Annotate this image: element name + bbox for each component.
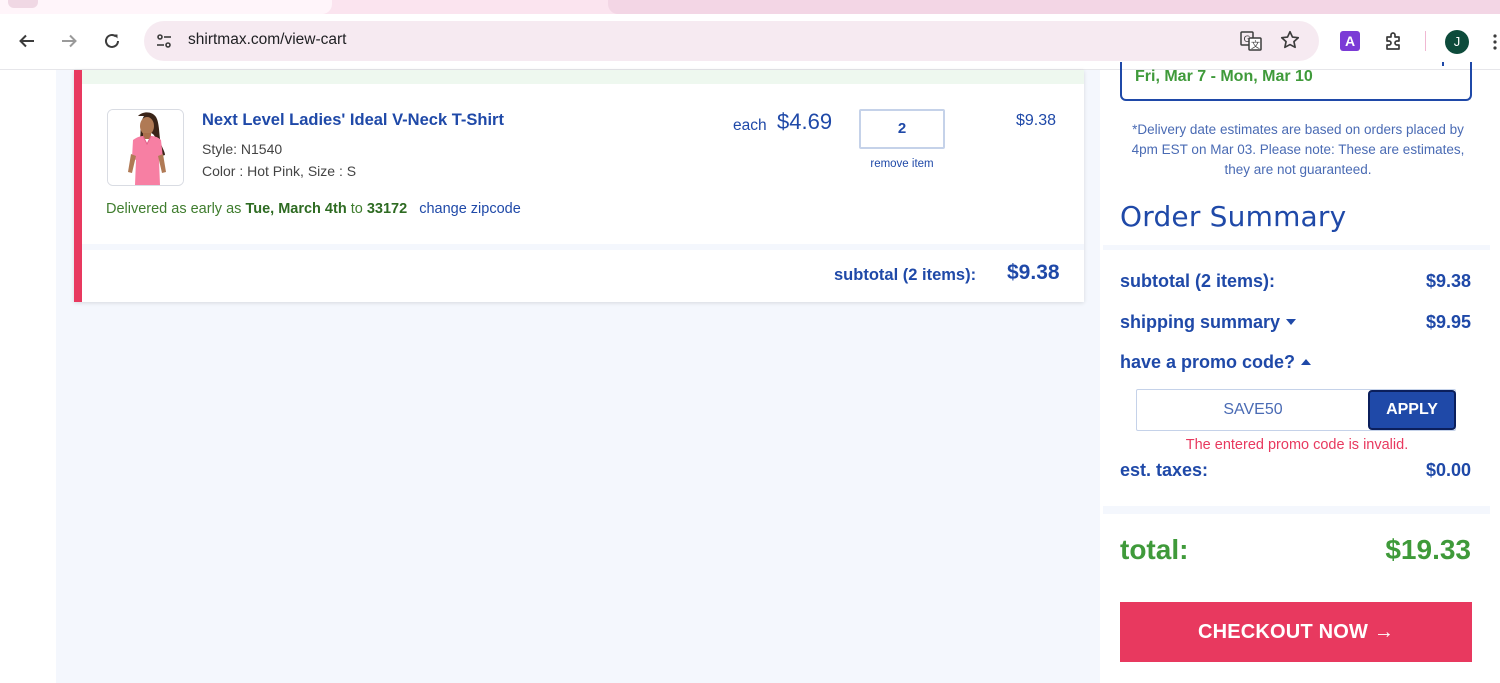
delivery-disclaimer: *Delivery date estimates are based on or… — [1131, 122, 1465, 177]
inactive-tab-area[interactable] — [608, 0, 1500, 14]
est-taxes-label: est. taxes: — [1120, 460, 1209, 480]
forward-arrow-icon[interactable] — [55, 27, 83, 55]
quantity-input[interactable]: 2 — [859, 109, 945, 149]
url-text[interactable]: shirtmax.com/view-cart — [188, 31, 346, 49]
caret-up-icon — [1301, 359, 1312, 365]
cart-subtotal-value: $9.38 — [1007, 261, 1060, 284]
product-name-link[interactable]: Next Level Ladies' Ideal V-Neck T-Shirt — [202, 111, 504, 130]
date-box-tick — [1442, 62, 1444, 66]
svg-text:文: 文 — [1251, 39, 1260, 51]
apply-button[interactable]: APPLY — [1368, 390, 1456, 430]
cart-item-card: Next Level Ladies' Ideal V-Neck T-Shirt … — [74, 70, 1084, 302]
order-summary-title: Order Summary — [1120, 200, 1347, 233]
promo-code-toggle[interactable]: have a promo code? — [1120, 352, 1312, 373]
total-value: $19.33 — [1385, 534, 1471, 565]
card-divider — [82, 244, 1084, 250]
line-total: $9.38 — [1016, 112, 1057, 129]
product-color-size: Color : Hot Pink, Size : S — [202, 163, 357, 179]
delivery-to: to — [350, 201, 363, 217]
cart-subtotal-label: subtotal (2 items): — [834, 266, 977, 284]
promo-code-group: APPLY — [1136, 389, 1456, 431]
checkout-now-button[interactable]: CHECKOUT NOW → — [1120, 602, 1472, 662]
shipping-summary-toggle[interactable]: shipping summary — [1120, 312, 1297, 333]
promo-code-label: have a promo code? — [1120, 352, 1296, 372]
caret-down-icon — [1286, 319, 1297, 325]
order-summary-panel: Fri, Mar 7 - Mon, Mar 10 *Delivery date … — [1103, 62, 1490, 683]
promo-code-input[interactable] — [1137, 390, 1369, 429]
delivery-estimate: Delivered as early as Tue, March 4th to … — [106, 201, 521, 217]
product-style: Style: N1540 — [202, 141, 283, 157]
site-info-icon[interactable] — [154, 31, 174, 55]
est-taxes-value: $0.00 — [1425, 460, 1471, 480]
unit-price: $4.69 — [777, 109, 833, 134]
summary-divider — [1103, 245, 1490, 250]
each-label: each — [733, 117, 767, 134]
delivery-range: Fri, Mar 7 - Mon, Mar 10 — [1135, 68, 1313, 85]
cart-page: Next Level Ladies' Ideal V-Neck T-Shirt … — [0, 62, 1500, 683]
active-tab[interactable] — [0, 0, 332, 14]
card-top-band — [82, 70, 1084, 84]
summary-subtotal-label: subtotal (2 items): — [1120, 271, 1276, 291]
shipping-summary-label: shipping summary — [1120, 312, 1281, 332]
delivery-range-box: Fri, Mar 7 - Mon, Mar 10 — [1120, 62, 1472, 101]
reload-icon[interactable] — [98, 27, 126, 55]
card-accent-stripe — [74, 70, 82, 302]
address-bar[interactable]: shirtmax.com/view-cart G文 — [144, 21, 1319, 61]
puzzle-icon[interactable] — [1382, 29, 1406, 57]
total-label: total: — [1120, 534, 1189, 565]
translate-icon[interactable]: G文 — [1240, 30, 1262, 56]
delivery-zip: 33172 — [366, 201, 408, 217]
tab-strip — [0, 0, 1500, 14]
extension-a-icon[interactable]: A — [1340, 31, 1360, 51]
delivery-date: Tue, March 4th — [245, 201, 347, 217]
more-icon[interactable] — [1493, 34, 1497, 54]
delivery-prefix: Delivered as early as — [106, 201, 242, 217]
profile-avatar[interactable]: J — [1445, 30, 1469, 54]
toolbar-divider — [1425, 31, 1426, 51]
change-zipcode-link[interactable]: change zipcode — [419, 201, 521, 217]
summary-subtotal-value: $9.38 — [1425, 271, 1471, 291]
promo-error-message: The entered promo code is invalid. — [1185, 437, 1409, 453]
back-arrow-icon[interactable] — [13, 27, 41, 55]
star-icon[interactable] — [1279, 29, 1301, 55]
remove-item-link[interactable]: remove item — [867, 158, 937, 170]
total-divider — [1103, 506, 1490, 514]
shipping-value: $9.95 — [1425, 312, 1471, 332]
product-thumbnail[interactable] — [107, 109, 184, 186]
